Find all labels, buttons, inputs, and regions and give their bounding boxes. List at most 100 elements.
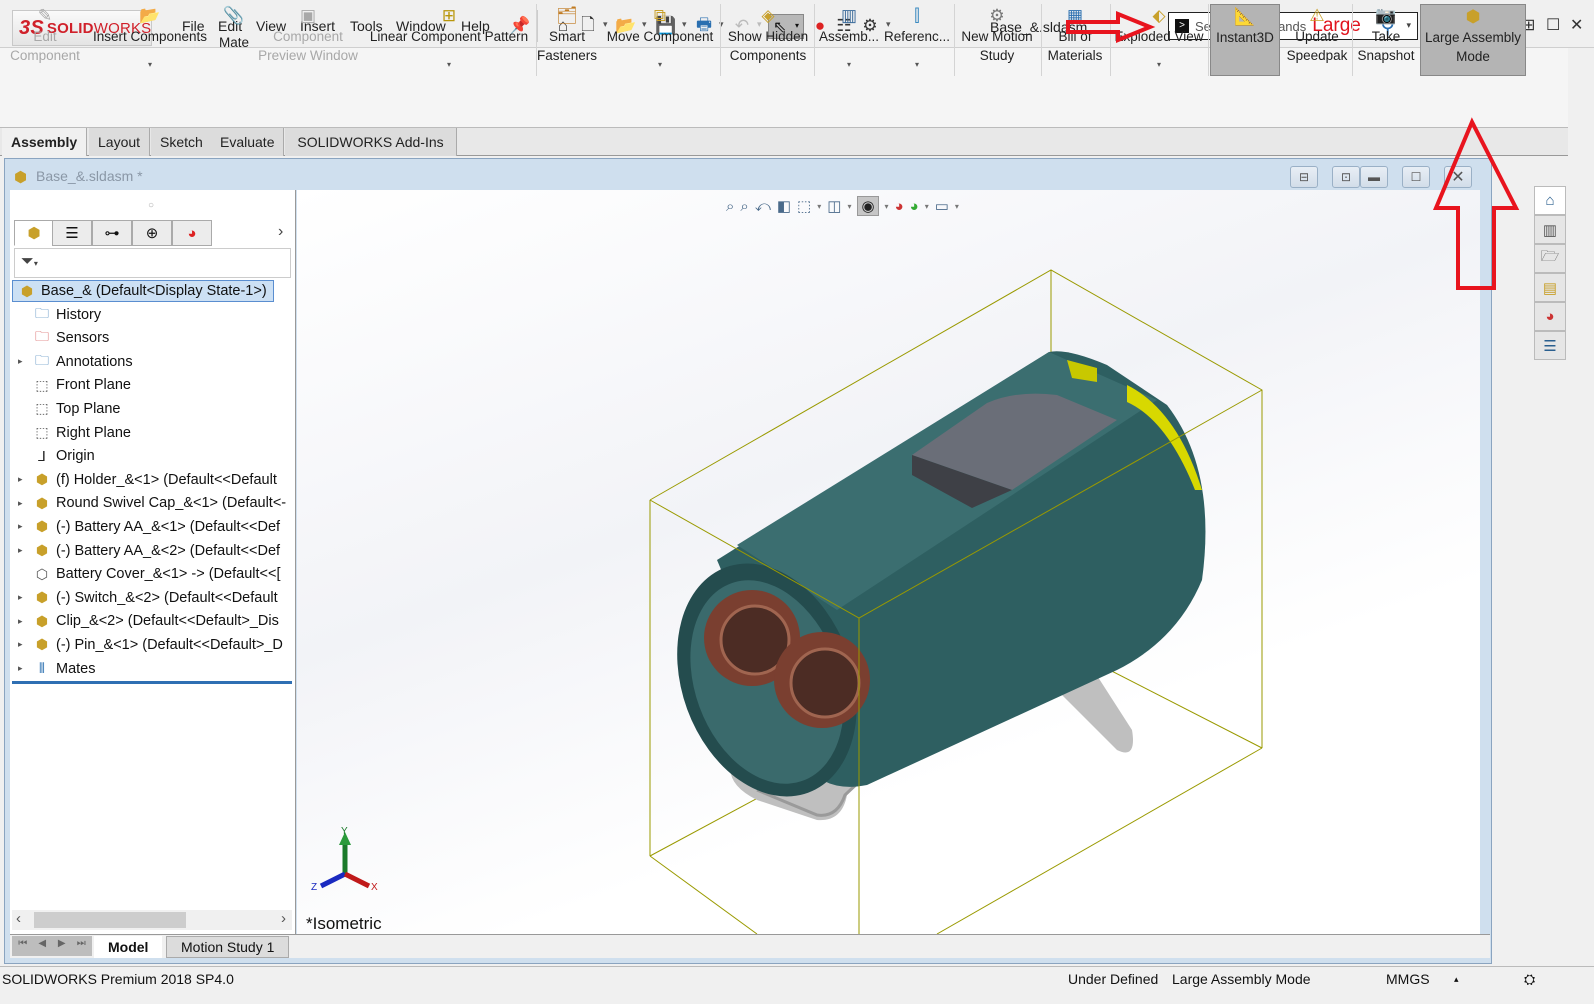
- edit-appearance-icon[interactable]: ◕: [895, 198, 904, 215]
- tree-item[interactable]: ⬚ Top Plane: [18, 397, 292, 420]
- assembly-features-dropdown-icon[interactable]: ▾: [847, 60, 851, 70]
- instant3d-button[interactable]: 📐 Instant3D: [1210, 4, 1280, 76]
- expand-arrow-icon[interactable]: ▸: [18, 592, 28, 603]
- display-style-icon[interactable]: ◫: [827, 197, 841, 215]
- tree-item[interactable]: ▸ ⬢ (-) Battery AA_&<1> (Default<<Def: [18, 515, 292, 538]
- tree-filter[interactable]: ⏷▾: [14, 248, 291, 278]
- tab-sketch[interactable]: Sketch: [151, 128, 213, 156]
- large-assembly-mode-button[interactable]: ⬢ Large Assembly Mode: [1420, 4, 1526, 76]
- tree-item[interactable]: 🗀 Sensors: [18, 327, 292, 350]
- tree-item[interactable]: ▸ ⬢ Round Swivel Cap_&<1> (Default<-: [18, 492, 292, 515]
- tree-item[interactable]: ▸ ⬢ (-) Pin_&<1> (Default<<Default>_D: [18, 633, 292, 656]
- reference-geometry-button[interactable]: ⫿ Referenc... ▾: [884, 4, 950, 76]
- tab-layout[interactable]: Layout: [89, 128, 151, 156]
- edit-component-button[interactable]: ✎ Edit Component: [6, 4, 84, 76]
- scroll-right-icon[interactable]: ›: [281, 910, 286, 927]
- zoom-to-fit-icon[interactable]: ⌕: [726, 198, 734, 215]
- view-orientation-dropdown-icon[interactable]: ▾: [817, 202, 821, 211]
- tree-item[interactable]: ▸ 🗀 Annotations: [18, 350, 292, 373]
- section-view-icon[interactable]: ◧: [777, 197, 791, 215]
- smart-fasteners-button[interactable]: 🗂 Smart Fasteners: [537, 4, 597, 76]
- scrollbar-thumb[interactable]: [34, 912, 186, 928]
- panel-tabs-scroll-right-icon[interactable]: ›: [278, 223, 283, 241]
- task-pane-custom-properties[interactable]: ☰: [1534, 331, 1566, 360]
- scene-dropdown-icon[interactable]: ▾: [925, 202, 929, 211]
- close-icon[interactable]: ✕: [1570, 15, 1583, 35]
- doc-maximize-button[interactable]: ☐: [1402, 166, 1430, 188]
- expand-arrow-icon[interactable]: ▸: [18, 498, 28, 509]
- task-pane-file-explorer[interactable]: 🗁: [1534, 244, 1566, 273]
- expand-arrow-icon[interactable]: ▸: [18, 474, 28, 485]
- view-orientation-icon[interactable]: ⬚: [797, 197, 811, 215]
- take-snapshot-button[interactable]: 📷 Take Snapshot: [1354, 4, 1418, 76]
- last-tab-icon[interactable]: ⏭: [73, 938, 91, 954]
- reference-geometry-dropdown-icon[interactable]: ▾: [915, 60, 919, 70]
- filter-dropdown-icon[interactable]: ▾: [34, 259, 38, 268]
- doc-close-button[interactable]: ✕: [1444, 166, 1472, 188]
- tile-vertical-button[interactable]: ⊡: [1332, 166, 1360, 188]
- component-preview-window-button[interactable]: ▣ Component Preview Window: [256, 4, 360, 76]
- scroll-left-icon[interactable]: ‹: [16, 910, 21, 927]
- tree-item[interactable]: ⬡ Battery Cover_&<1> -> (Default<<[: [18, 563, 292, 586]
- tab-display-manager[interactable]: ◕: [172, 220, 212, 246]
- tree-item[interactable]: ⬚ Front Plane: [18, 374, 292, 397]
- tab-dimxpert-manager[interactable]: ⊕: [132, 220, 172, 246]
- doc-minimize-button[interactable]: ▬: [1360, 166, 1388, 188]
- tree-item[interactable]: ▸ ⬢ Clip_&<2> (Default<<Default>_Dis: [18, 610, 292, 633]
- move-component-button[interactable]: ⧉ Move Component ▾: [602, 4, 718, 76]
- apply-scene-icon[interactable]: ◕: [910, 198, 919, 215]
- tab-motion-study-1[interactable]: Motion Study 1: [166, 936, 290, 958]
- tab-property-manager[interactable]: ☰: [52, 220, 92, 246]
- hide-show-items-icon[interactable]: ◉: [857, 196, 879, 216]
- maximize-icon[interactable]: ☐: [1546, 15, 1560, 35]
- tree-item[interactable]: ▸ ⬢ (-) Switch_&<2> (Default<<Default: [18, 586, 292, 609]
- prev-tab-icon[interactable]: ◀: [34, 938, 52, 954]
- tree-item[interactable]: ▸ ⬢ (-) Battery AA_&<2> (Default<<Def: [18, 539, 292, 562]
- new-motion-study-button[interactable]: ⚙ New Motion Study: [956, 4, 1038, 76]
- mate-button[interactable]: 📎 Mate: [214, 4, 254, 76]
- hide-show-dropdown-icon[interactable]: ▾: [885, 202, 889, 211]
- tile-horizontal-button[interactable]: ⊟: [1290, 166, 1318, 188]
- tree-item[interactable]: 🗀 History: [18, 303, 292, 326]
- task-pane-home[interactable]: ⌂: [1534, 186, 1566, 215]
- tab-feature-manager[interactable]: ⬢: [14, 220, 54, 246]
- expand-arrow-icon[interactable]: ▸: [18, 356, 28, 367]
- zoom-to-area-icon[interactable]: ⌕: [740, 198, 748, 215]
- first-tab-icon[interactable]: ⏮: [14, 938, 32, 954]
- exploded-view-dropdown-icon[interactable]: ▾: [1157, 60, 1161, 70]
- tab-solidworks-add-ins[interactable]: SOLIDWORKS Add-Ins: [285, 128, 457, 156]
- task-pane-appearances[interactable]: ◕: [1534, 302, 1566, 331]
- graphics-area[interactable]: Y Z X: [297, 190, 1480, 934]
- update-speedpak-button[interactable]: ⚠ Update Speedpak: [1284, 4, 1350, 76]
- previous-view-icon[interactable]: ⤺: [755, 198, 771, 215]
- assembly-features-button[interactable]: ▥ Assemb... ▾: [816, 4, 882, 76]
- rebuild-status-icon[interactable]: ⛭: [1524, 971, 1535, 988]
- tab-evaluate[interactable]: Evaluate: [211, 128, 285, 156]
- tab-configuration-manager[interactable]: ⊶: [92, 220, 132, 246]
- view-settings-dropdown-icon[interactable]: ▾: [955, 202, 959, 211]
- insert-components-button[interactable]: 📂 Insert Components ▾: [88, 4, 212, 76]
- linear-component-pattern-button[interactable]: ⊞ Linear Component Pattern ▾: [364, 4, 534, 76]
- view-settings-monitor-icon[interactable]: ▭: [935, 197, 949, 215]
- task-pane-view-palette[interactable]: ▤: [1534, 273, 1566, 302]
- tab-assembly[interactable]: Assembly: [2, 128, 88, 156]
- tree-item[interactable]: ▸ ⬢ (f) Holder_&<1> (Default<<Default: [18, 468, 292, 491]
- expand-arrow-icon[interactable]: ▸: [18, 545, 28, 556]
- panel-splitter-handle[interactable]: ○: [148, 200, 154, 211]
- units-dropdown-icon[interactable]: ▴: [1454, 974, 1459, 985]
- show-hidden-components-button[interactable]: ◈ Show Hidden Components: [724, 4, 812, 76]
- exploded-view-button[interactable]: ⬖ Exploded View ▾: [1112, 4, 1206, 76]
- next-tab-icon[interactable]: ▶: [53, 938, 71, 954]
- task-pane-design-library[interactable]: ▥: [1534, 215, 1566, 244]
- tree-item[interactable]: ⅃ Origin: [18, 445, 292, 468]
- insert-components-dropdown-icon[interactable]: ▾: [148, 60, 152, 70]
- linear-pattern-dropdown-icon[interactable]: ▾: [447, 60, 451, 70]
- display-style-dropdown-icon[interactable]: ▾: [847, 202, 851, 211]
- tree-item[interactable]: ⬚ Right Plane: [18, 421, 292, 444]
- tree-horizontal-scrollbar[interactable]: ‹ ›: [12, 910, 292, 930]
- tree-root-assembly[interactable]: ⬢ Base_& (Default<Display State-1>): [12, 280, 274, 302]
- units-system[interactable]: MMGS: [1386, 971, 1430, 987]
- bill-of-materials-button[interactable]: ▦ Bill of Materials: [1043, 4, 1107, 76]
- expand-arrow-icon[interactable]: ▸: [18, 663, 28, 674]
- expand-arrow-icon[interactable]: ▸: [18, 616, 28, 627]
